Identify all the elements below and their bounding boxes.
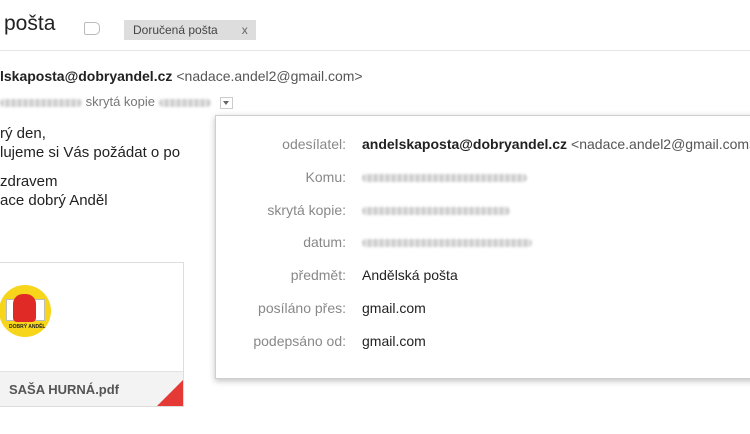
detail-row-subject: předmět: Andělská pošta [216,267,750,291]
detail-label: předmět: [290,267,346,283]
detail-value: andelskaposta@dobryandel.cz [362,136,568,152]
detail-extra: <nadace.andel2@gmail.com> [571,136,750,152]
detail-row-mailed-by: posíláno přes: gmail.com [216,300,750,324]
body-line: ace dobrý Anděl [0,192,108,209]
bcc-label: skrytá kopie [85,94,155,109]
show-details-icon[interactable] [220,96,234,109]
detail-redacted [362,174,527,183]
sender-line: lskaposta@dobryandel.cz <nadace.andel2@gm… [0,68,363,84]
remove-label-button[interactable]: x [218,20,256,40]
sender-address: <nadace.andel2@gmail.com> [176,68,363,84]
pdf-file-icon [157,380,183,406]
label-chip-inbox[interactable]: Doručená pošta x [124,20,256,40]
dobry-andel-logo: DOBRÝ ANDĚL [0,285,51,337]
detail-redacted [362,207,510,216]
detail-label: posíláno přes: [258,300,346,316]
message-details-popup: odesílatel: andelskaposta@dobryandel.cz <… [215,115,750,379]
message-header: pošta Doručená pošta x [0,6,750,42]
attachment-filename: SAŠA HURNÁ.pdf [0,371,183,406]
detail-row-date: datum: [216,234,750,258]
detail-row-to: Komu: [216,169,750,193]
body-line: zdravem [0,173,58,190]
label-chip-text: Doručená pošta [133,23,218,37]
detail-row-bcc: skrytá kopie: [216,202,750,226]
detail-label: podepsáno od: [253,333,346,349]
detail-row-from: odesílatel: andelskaposta@dobryandel.cz <… [216,136,750,160]
detail-label: odesílatel: [282,136,346,152]
detail-row-signed-by: podepsáno od: gmail.com [216,333,750,357]
detail-value: Andělská pošta [362,267,458,283]
detail-label: skrytá kopie: [267,202,346,218]
detail-value: gmail.com [362,333,426,349]
detail-label: datum: [303,234,346,250]
detail-value: gmail.com [362,300,426,316]
header-divider [0,50,750,51]
attachment-card[interactable]: DOBRÝ ANDĚL SAŠA HURNÁ.pdf [0,262,184,407]
detail-label: Komu: [305,169,346,185]
sender-name[interactable]: lskaposta@dobryandel.cz [0,68,172,84]
message-subject: pošta [4,12,56,35]
attachment-thumbnail: DOBRÝ ANDĚL [0,263,183,371]
body-line: lujeme si Vás požádat o po [0,144,181,161]
recipients-line: skrytá kopie [0,94,234,109]
bcc-redacted [158,98,211,107]
body-line: rý den, [0,125,46,142]
label-important-icon[interactable] [84,22,100,35]
recipient-redacted [0,98,82,107]
detail-redacted [362,239,532,248]
message-body: rý den, lujeme si Vás požádat o po zdrav… [0,124,180,210]
